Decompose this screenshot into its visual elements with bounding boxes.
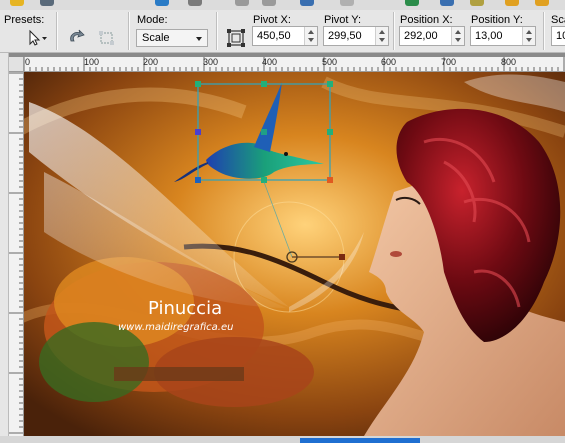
position-y-spinner[interactable]: [522, 27, 535, 45]
status-highlight: [300, 438, 420, 443]
pivot-y-label: Pivot Y:: [324, 14, 362, 26]
ruler-label-600: 600: [381, 57, 397, 67]
color-icon[interactable]: [470, 0, 484, 6]
ruler-label-800: 800: [501, 57, 517, 67]
presets-label: Presets:: [4, 14, 45, 26]
presets-dropdown-button[interactable]: [24, 28, 50, 48]
pivot-x-input[interactable]: 450,50: [252, 26, 318, 46]
vertical-ruler[interactable]: [9, 71, 24, 443]
position-x-input[interactable]: 292,00: [399, 26, 465, 46]
ruler-label-700: 700: [441, 57, 457, 67]
position-x-value: 292,00: [404, 30, 438, 42]
position-x-label: Position X:: [400, 14, 453, 26]
horizontal-ruler[interactable]: 0 100 200 300 400 500 600 700 800: [9, 57, 565, 72]
mode-label: Mode:: [137, 14, 168, 26]
watermark-name: Pinuccia: [148, 298, 223, 319]
undo-icon[interactable]: [235, 0, 249, 6]
position-y-input[interactable]: 13,00: [470, 26, 536, 46]
ruler-corner: [9, 57, 24, 72]
paste-icon[interactable]: [300, 0, 314, 6]
toolbar-separator: [56, 12, 58, 50]
toolbar-separator: [128, 12, 130, 50]
scale-value: 10: [556, 30, 565, 42]
status-strip: [0, 436, 565, 443]
reset-button[interactable]: [66, 28, 88, 48]
pivot-y-spinner[interactable]: [375, 27, 388, 45]
chevron-down-icon: [196, 37, 202, 41]
transform-icon: [99, 31, 114, 45]
print-icon[interactable]: [188, 0, 202, 6]
layer-icon[interactable]: [155, 0, 169, 6]
ruler-label-0: 0: [25, 57, 31, 67]
toolbar-separator: [543, 12, 545, 50]
mode-select-value: Scale: [142, 32, 170, 44]
pointer-icon: [29, 29, 47, 46]
copy-icon[interactable]: [340, 0, 354, 6]
ruler-label-300: 300: [203, 57, 219, 67]
folder-icon[interactable]: [10, 0, 24, 6]
pivot-x-spinner[interactable]: [304, 27, 317, 45]
redo-icon[interactable]: [262, 0, 276, 6]
grid-icon[interactable]: [440, 0, 454, 6]
magnify-icon[interactable]: [505, 0, 519, 6]
pivot-x-label: Pivot X:: [253, 14, 291, 26]
pivot-y-input[interactable]: 299,50: [323, 26, 389, 46]
apply-button[interactable]: [96, 28, 118, 48]
artwork-graphic: [24, 72, 565, 436]
left-gutter: [0, 53, 9, 443]
reset-icon: [70, 29, 85, 42]
scale-input[interactable]: 10: [551, 26, 565, 46]
pivot-center-button[interactable]: [224, 26, 248, 50]
toolbar-separator: [216, 12, 218, 50]
target-icon: [227, 29, 245, 47]
ruler-label-100: 100: [84, 57, 100, 67]
pivot-y-value: 299,50: [328, 30, 362, 42]
position-y-value: 13,00: [475, 30, 503, 42]
brush-icon[interactable]: [535, 0, 549, 6]
watermark-url: www.maidiregrafica.eu: [118, 322, 234, 333]
save-icon[interactable]: [40, 0, 54, 6]
toolbar-separator: [393, 12, 395, 50]
image-canvas[interactable]: Pinuccia www.maidiregrafica.eu: [24, 72, 565, 436]
ruler-label-400: 400: [262, 57, 278, 67]
position-x-spinner[interactable]: [451, 27, 464, 45]
ruler-ticks: [9, 72, 23, 440]
zoom-icon[interactable]: [405, 0, 419, 6]
mode-select[interactable]: Scale: [136, 29, 208, 47]
tool-options-bar: Presets: Mode: Scale Pivot X: 450,50 Piv…: [0, 10, 565, 53]
ruler-label-200: 200: [143, 57, 159, 67]
position-y-label: Position Y:: [471, 14, 523, 26]
scale-label: Sca: [551, 14, 565, 26]
pivot-x-value: 450,50: [257, 30, 291, 42]
ruler-label-500: 500: [322, 57, 338, 67]
